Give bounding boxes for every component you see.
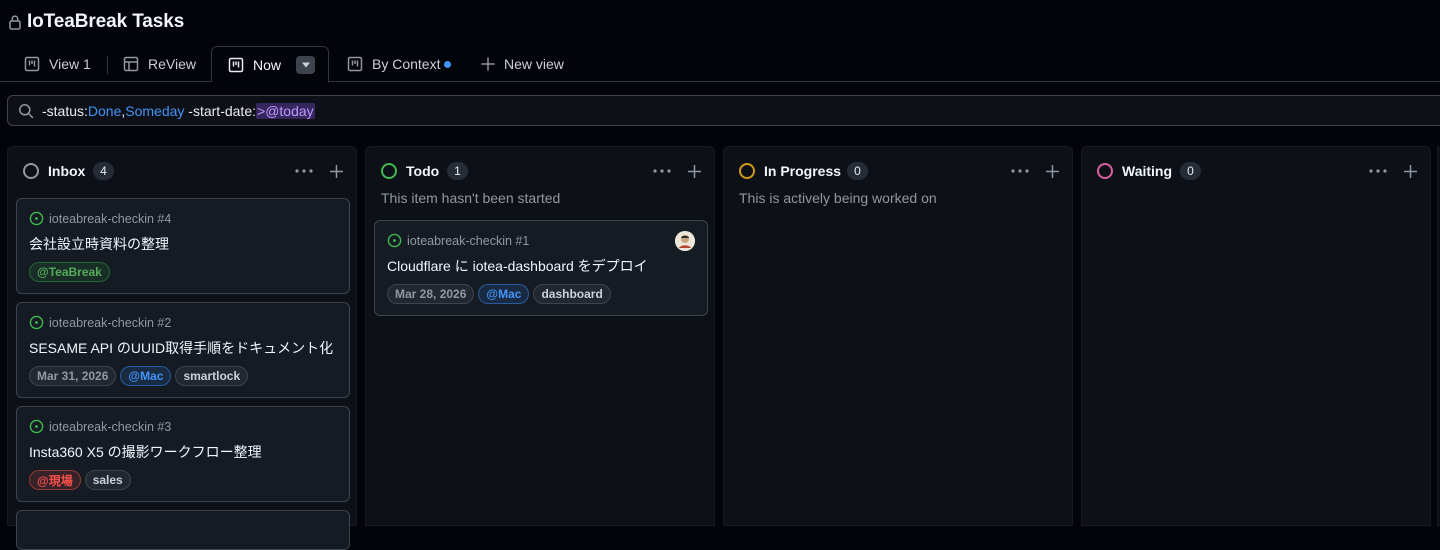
issue-open-icon [29,315,44,330]
tab-label: By Context [372,56,441,72]
table-icon [123,56,139,72]
issue-reference[interactable]: ioteabreak-checkin #2 [49,316,171,330]
triangle-down-icon [301,62,310,67]
filter-token-value: Done [87,102,122,119]
assignee-avatar[interactable] [675,231,695,251]
card-meta: ioteabreak-checkin #3 [29,419,171,434]
filter-token-date: >@today [256,102,315,119]
card[interactable]: ioteabreak-checkin #4 会社設立時資料の整理 @TeaBre… [16,198,350,294]
board-icon [228,57,244,73]
add-item-icon[interactable] [328,163,344,179]
card-meta: ioteabreak-checkin #4 [29,211,171,226]
label-chip[interactable]: sales [84,470,131,490]
label-chip[interactable]: smartlock [175,366,249,386]
column-title: In Progress [764,163,842,179]
date-chip: Mar 28, 2026 [387,284,475,304]
column-description: This is actively being worked on [739,190,937,206]
board-icon [24,56,40,72]
tab-by-context[interactable]: By Context [347,46,452,82]
issue-reference[interactable]: ioteabreak-checkin #4 [49,212,171,226]
column-inbox: Inbox 4 ioteabreak-checkin #4 会社設立時資料の整理… [7,146,357,550]
card-partial[interactable] [16,510,350,550]
issue-open-icon [29,211,44,226]
tab-now[interactable]: Now [211,46,329,83]
add-item-icon[interactable] [686,163,702,179]
filter-token-key: -status: [42,102,88,119]
board-icon [347,56,363,72]
label-chip[interactable]: @TeaBreak [29,262,110,282]
column-todo: Todo 1 This item hasn't been started iot… [365,146,715,526]
label-chip[interactable]: @Mac [120,366,172,386]
unsaved-changes-dot [444,60,452,68]
column-count: 0 [1180,162,1201,180]
tab-label: New view [504,56,564,72]
issue-reference[interactable]: ioteabreak-checkin #3 [49,420,171,434]
card-labels: Mar 31, 2026 @Mac smartlock [29,366,249,386]
tab-label: ReView [148,56,196,72]
status-circle-icon [739,163,755,179]
tab-label: Now [253,56,282,73]
card-meta: ioteabreak-checkin #2 [29,315,171,330]
label-chip[interactable]: @Mac [478,284,530,304]
tab-divider [107,56,108,74]
column-header: Waiting 0 [1082,161,1430,181]
card-title[interactable]: Cloudflare に iotea-dashboard をデプロイ [387,256,648,276]
search-icon [18,103,34,119]
status-circle-icon [1097,163,1113,179]
kebab-menu-icon[interactable] [1010,163,1030,179]
card-labels: @現場 sales [29,470,131,490]
column-title: Todo [406,163,440,179]
kebab-menu-icon[interactable] [1368,163,1388,179]
view-options-button[interactable] [296,55,316,74]
column-count: 4 [93,162,114,180]
add-item-icon[interactable] [1044,163,1060,179]
column-in-progress: In Progress 0 This is actively being wor… [723,146,1073,526]
label-chip[interactable]: @現場 [29,470,81,490]
kebab-menu-icon[interactable] [294,163,314,179]
filter-input[interactable]: -status: Done, Someday -start-date: >@today [7,95,1440,126]
card[interactable]: ioteabreak-checkin #1 Cloudflare に iotea… [374,220,708,316]
new-view-button[interactable]: New view [481,46,564,82]
issue-reference[interactable]: ioteabreak-checkin #1 [407,234,529,248]
card-title[interactable]: 会社設立時資料の整理 [29,234,169,254]
column-description: This item hasn't been started [381,190,561,206]
column-waiting: Waiting 0 [1081,146,1431,526]
tab-review[interactable]: ReView [123,46,196,82]
tab-view-1[interactable]: View 1 [24,46,91,82]
project-title[interactable]: IoTeaBreak Tasks [27,11,184,33]
add-item-icon[interactable] [1402,163,1418,179]
card-labels: @TeaBreak [29,262,110,282]
kebab-menu-icon[interactable] [652,163,672,179]
issue-open-icon [387,233,402,248]
status-circle-icon [381,163,397,179]
column-title: Waiting [1122,163,1173,179]
column-count: 1 [447,162,468,180]
tab-label: View 1 [49,56,91,72]
column-title: Inbox [48,163,86,179]
plus-icon [481,57,495,71]
card[interactable]: ioteabreak-checkin #3 Insta360 X5 の撮影ワーク… [16,406,350,502]
card-title[interactable]: SESAME API のUUID取得手順をドキュメント化 [29,338,333,358]
column-header: In Progress 0 [724,161,1072,181]
card-meta: ioteabreak-checkin #1 [387,233,529,248]
filter-token-value: Someday [125,102,185,119]
view-tabs: View 1 ReView Now By Context New view [0,46,1440,83]
project-header: IoTeaBreak Tasks [0,0,1440,44]
card[interactable]: ioteabreak-checkin #2 SESAME API のUUID取得… [16,302,350,398]
date-chip: Mar 31, 2026 [29,366,117,386]
column-count: 0 [847,162,868,180]
column-header: Inbox 4 [8,161,356,181]
lock-icon [9,14,21,30]
card-title[interactable]: Insta360 X5 の撮影ワークフロー整理 [29,442,262,462]
status-circle-icon [23,163,39,179]
label-chip[interactable]: dashboard [533,284,611,304]
card-labels: Mar 28, 2026 @Mac dashboard [387,284,611,304]
filter-token-key: -start-date: [184,102,257,119]
column-header: Todo 1 [366,161,714,181]
issue-open-icon [29,419,44,434]
